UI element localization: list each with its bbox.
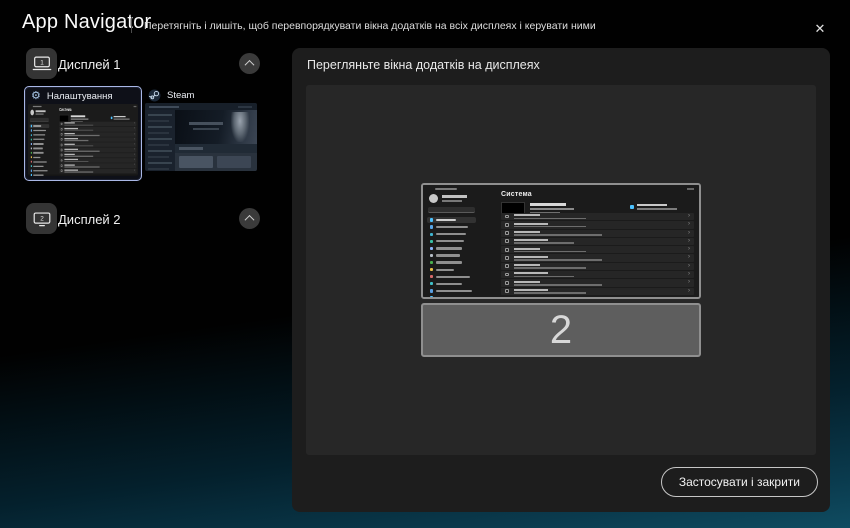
settings-nav-item-skeleton bbox=[30, 146, 50, 150]
settings-window-screenshot: Система › › › bbox=[28, 104, 138, 176]
display-2-label: Дисплей 2 bbox=[58, 212, 121, 227]
settings-row-skeleton: › bbox=[59, 143, 136, 148]
settings-nav-item-skeleton bbox=[30, 129, 50, 133]
settings-nav-item-skeleton bbox=[427, 217, 476, 223]
settings-nav-item-skeleton bbox=[30, 133, 50, 137]
display-1-label: Дисплей 1 bbox=[58, 57, 121, 72]
display-1-number: 1 bbox=[40, 59, 44, 66]
settings-nav-item-skeleton bbox=[30, 124, 50, 128]
mini-settings-screenshot: Система › › bbox=[423, 185, 699, 297]
settings-nav-item-skeleton bbox=[427, 267, 476, 273]
settings-nav-item-skeleton bbox=[30, 142, 50, 146]
display-2-preview-number: 2 bbox=[550, 308, 572, 353]
display-2-preview[interactable]: 2 bbox=[421, 303, 701, 357]
gear-icon: ⚙ bbox=[31, 91, 41, 102]
title-divider bbox=[131, 17, 132, 33]
settings-row-skeleton: › bbox=[59, 169, 136, 174]
settings-nav-item-skeleton bbox=[30, 160, 50, 164]
settings-row-skeleton: › bbox=[501, 238, 694, 245]
display-2-collapse-button[interactable] bbox=[239, 208, 260, 229]
display-2-number: 2 bbox=[40, 215, 44, 222]
settings-nav-item-skeleton bbox=[427, 295, 476, 299]
settings-nav-item-skeleton bbox=[30, 155, 50, 159]
display-1-collapse-button[interactable] bbox=[239, 53, 260, 74]
settings-row-skeleton: › bbox=[501, 230, 694, 237]
avatar bbox=[30, 110, 34, 116]
page-subtitle: Перетягніть і лишіть, щоб перевпорядкува… bbox=[144, 20, 596, 32]
app-thumbnail-steam-label: Steam bbox=[167, 90, 194, 101]
settings-row-skeleton: › bbox=[501, 213, 694, 220]
laptop-icon: 1 bbox=[31, 53, 53, 75]
settings-row-skeleton: › bbox=[59, 153, 136, 158]
display-1-preview[interactable]: Система › › bbox=[421, 183, 701, 299]
steam-window-screenshot bbox=[145, 103, 257, 171]
monitor-icon: 2 bbox=[31, 208, 53, 230]
settings-nav-item-skeleton bbox=[427, 281, 476, 287]
settings-nav-item-skeleton bbox=[30, 138, 50, 142]
settings-nav-item-skeleton bbox=[427, 231, 476, 237]
settings-row-skeleton: › bbox=[501, 271, 694, 278]
settings-row-skeleton: › bbox=[59, 158, 136, 163]
settings-row-skeleton: › bbox=[59, 127, 136, 132]
settings-row-skeleton: › bbox=[501, 279, 694, 286]
mini-settings-screenshot: Система › › › bbox=[28, 104, 138, 175]
display-preview-panel: Перегляньте вікна додатків на дисплеях bbox=[292, 48, 830, 512]
settings-row-skeleton: › bbox=[59, 132, 136, 137]
settings-row-skeleton: › bbox=[501, 263, 694, 270]
settings-nav-item-skeleton bbox=[427, 245, 476, 251]
settings-row-skeleton: › bbox=[501, 254, 694, 261]
settings-row-skeleton: › bbox=[501, 246, 694, 253]
settings-search-skeleton bbox=[30, 118, 49, 122]
steam-logo-icon bbox=[148, 89, 161, 102]
settings-search-skeleton bbox=[428, 207, 475, 213]
preview-panel-heading: Перегляньте вікна додатків на дисплеях bbox=[307, 58, 540, 72]
settings-nav-item-skeleton bbox=[427, 238, 476, 244]
close-icon[interactable]: ✕ bbox=[810, 19, 830, 39]
settings-nav-item-skeleton bbox=[427, 224, 476, 230]
settings-nav-item-skeleton bbox=[427, 288, 476, 294]
settings-nav-item-skeleton bbox=[427, 259, 476, 265]
settings-nav-item-skeleton bbox=[30, 169, 50, 173]
chevron-up-icon bbox=[245, 215, 255, 225]
display-1-chip: 1 bbox=[26, 48, 57, 79]
settings-row-skeleton: › bbox=[59, 163, 136, 168]
settings-nav-item-skeleton bbox=[427, 274, 476, 280]
settings-row-skeleton: › bbox=[501, 221, 694, 228]
apply-and-close-button[interactable]: Застосувати і закрити bbox=[661, 467, 818, 497]
app-thumbnail-settings-label: Налаштування bbox=[47, 91, 113, 102]
settings-row-skeleton: › bbox=[59, 122, 136, 127]
avatar bbox=[429, 194, 438, 203]
settings-nav-item-skeleton bbox=[30, 151, 50, 155]
settings-row-skeleton: › bbox=[59, 137, 136, 142]
display-arrangement-area: Система › › bbox=[306, 85, 816, 455]
settings-row-skeleton: › bbox=[59, 148, 136, 153]
settings-nav-item-skeleton bbox=[30, 164, 50, 168]
app-thumbnail-settings[interactable]: ⚙ Налаштування bbox=[24, 86, 142, 181]
app-navigator-overlay: App Navigator Перетягніть і лишіть, щоб … bbox=[0, 0, 850, 528]
chevron-up-icon bbox=[245, 60, 255, 70]
settings-row-skeleton: › bbox=[501, 288, 694, 295]
settings-heading: Система bbox=[501, 191, 694, 198]
app-thumbnail-steam[interactable]: Steam bbox=[145, 88, 257, 174]
display-2-chip: 2 bbox=[26, 203, 57, 234]
settings-heading: Система bbox=[59, 108, 136, 112]
settings-nav-item-skeleton bbox=[427, 252, 476, 258]
settings-nav-item-skeleton bbox=[30, 173, 50, 176]
